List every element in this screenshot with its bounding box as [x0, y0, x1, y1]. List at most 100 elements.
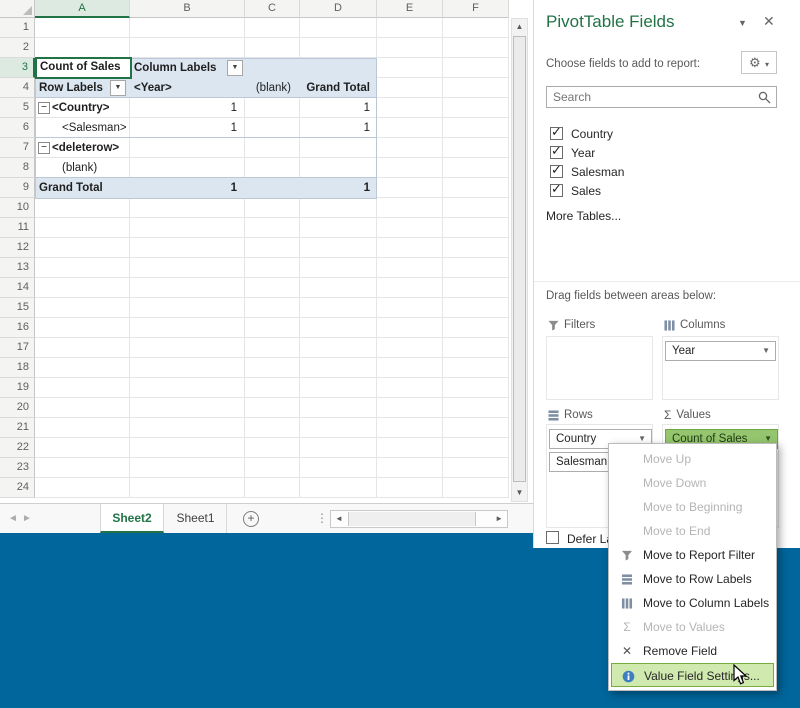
- field-label: Country: [571, 127, 614, 141]
- scroll-right-button[interactable]: ►: [495, 511, 503, 527]
- values-label: Values: [676, 409, 711, 421]
- filter-icon: [548, 320, 559, 330]
- column-header-f[interactable]: F: [443, 0, 509, 18]
- row-header-2[interactable]: 2: [0, 38, 35, 58]
- menu-item-move-down: Move Down: [643, 476, 707, 490]
- more-tables-link[interactable]: More Tables...: [546, 209, 621, 223]
- row-header-13[interactable]: 13: [0, 258, 35, 278]
- row-header-1[interactable]: 1: [0, 18, 35, 38]
- menu-item-move-to-report-filter[interactable]: Move to Report Filter: [609, 543, 776, 567]
- sigma-icon: Σ: [664, 408, 672, 422]
- cell-row-labels[interactable]: Row Labels: [39, 78, 103, 98]
- row-header-14[interactable]: 14: [0, 278, 35, 298]
- pane-close-icon[interactable]: ✕: [763, 13, 775, 30]
- cell-value[interactable]: 1: [300, 98, 375, 118]
- row-header-6[interactable]: 6: [0, 118, 35, 138]
- collapse-button[interactable]: −: [38, 142, 50, 154]
- filters-area-well[interactable]: [546, 336, 653, 400]
- field-item-country[interactable]: ✓ Country: [550, 124, 775, 143]
- menu-item-move-to-row-labels[interactable]: Move to Row Labels: [609, 567, 776, 591]
- cell-value[interactable]: 1: [130, 118, 242, 138]
- new-sheet-button[interactable]: +: [243, 511, 259, 527]
- column-header-e[interactable]: E: [377, 0, 443, 18]
- cell-row-label[interactable]: <Country>: [52, 98, 110, 118]
- field-item-salesman[interactable]: ✓ Salesman: [550, 162, 775, 181]
- horizontal-scrollbar[interactable]: ◄ ►: [330, 510, 508, 528]
- cell-value[interactable]: 1: [300, 178, 375, 198]
- cell-row-label[interactable]: <deleterow>: [52, 138, 119, 158]
- active-cell-a3[interactable]: Count of Sales: [35, 57, 132, 79]
- menu-item-move-to-column-labels[interactable]: Move to Column Labels: [609, 591, 776, 615]
- tab-sheet2[interactable]: Sheet2: [100, 504, 164, 533]
- menu-item-move-to-end: Move to End: [643, 524, 711, 538]
- menu-item-value-field-settings[interactable]: Value Field Settings...: [611, 663, 774, 687]
- field-item-sales[interactable]: ✓ Sales: [550, 181, 775, 200]
- row-header-17[interactable]: 17: [0, 338, 35, 358]
- pane-divider: [534, 281, 800, 282]
- scroll-down-button[interactable]: ▼: [512, 485, 527, 501]
- row-header-11[interactable]: 11: [0, 218, 35, 238]
- cell-row-label[interactable]: (blank): [62, 158, 97, 178]
- row-header-12[interactable]: 12: [0, 238, 35, 258]
- horizontal-scrollbar-thumb[interactable]: [348, 512, 476, 526]
- cell-column-labels[interactable]: Column Labels: [134, 58, 216, 78]
- checkbox-year[interactable]: ✓: [550, 143, 563, 159]
- column-header-d[interactable]: D: [300, 0, 377, 18]
- vertical-scrollbar-thumb[interactable]: [513, 36, 526, 482]
- cell-value[interactable]: 1: [130, 178, 242, 198]
- column-header-c[interactable]: C: [245, 0, 300, 18]
- cell-grand-total-row[interactable]: Grand Total: [39, 178, 103, 198]
- cell-value[interactable]: 1: [300, 118, 375, 138]
- chevron-down-icon: ▼: [762, 346, 770, 355]
- cell-grand-total-header[interactable]: Grand Total: [300, 78, 375, 98]
- column-header-a[interactable]: A: [35, 0, 130, 18]
- row-header-23[interactable]: 23: [0, 458, 35, 478]
- row-header-7[interactable]: 7: [0, 138, 35, 158]
- gridline-vertical: [442, 18, 443, 498]
- row-header-18[interactable]: 18: [0, 358, 35, 378]
- tab-splitter-icon[interactable]: ⋮: [316, 504, 328, 533]
- tools-button[interactable]: ⚙ ▾: [741, 51, 777, 74]
- vertical-scrollbar[interactable]: ▲ ▼: [511, 18, 528, 502]
- field-label: Year: [571, 146, 596, 160]
- columns-field-year[interactable]: Year ▼: [665, 341, 776, 361]
- row-labels-filter-button[interactable]: ▼: [110, 80, 126, 96]
- row-header-20[interactable]: 20: [0, 398, 35, 418]
- tab-sheet1[interactable]: Sheet1: [165, 504, 227, 533]
- row-header-24[interactable]: 24: [0, 478, 35, 498]
- checkbox-salesman[interactable]: ✓: [550, 162, 563, 178]
- scroll-up-button[interactable]: ▲: [512, 19, 527, 35]
- row-header-22[interactable]: 22: [0, 438, 35, 458]
- row-header-3[interactable]: 3: [0, 58, 35, 78]
- row-header-16[interactable]: 16: [0, 318, 35, 338]
- checkbox-country[interactable]: ✓: [550, 124, 563, 140]
- field-item-year[interactable]: ✓ Year: [550, 143, 775, 162]
- search-input[interactable]: [547, 87, 752, 107]
- select-all-corner[interactable]: [0, 0, 35, 18]
- row-header-19[interactable]: 19: [0, 378, 35, 398]
- row-header-15[interactable]: 15: [0, 298, 35, 318]
- column-header-b[interactable]: B: [130, 0, 245, 18]
- cell-year-header[interactable]: <Year>: [134, 78, 172, 98]
- tab-nav-right-icon[interactable]: ►: [22, 504, 32, 533]
- row-header-5[interactable]: 5: [0, 98, 35, 118]
- defer-layout-checkbox[interactable]: [546, 531, 559, 544]
- row-header-4[interactable]: 4: [0, 78, 35, 98]
- minus-icon: −: [41, 102, 47, 113]
- row-header-10[interactable]: 10: [0, 198, 35, 218]
- cell-row-label[interactable]: <Salesman>: [62, 118, 127, 138]
- menu-item-remove-field[interactable]: ✕ Remove Field: [609, 639, 776, 663]
- scroll-left-button[interactable]: ◄: [335, 511, 343, 527]
- columns-area-well[interactable]: Year ▼: [662, 336, 779, 400]
- row-header-9[interactable]: 9: [0, 178, 35, 198]
- tab-nav-left-icon[interactable]: ◄: [8, 504, 18, 533]
- rows-icon: [618, 567, 636, 591]
- collapse-button[interactable]: −: [38, 102, 50, 114]
- row-header-8[interactable]: 8: [0, 158, 35, 178]
- row-header-21[interactable]: 21: [0, 418, 35, 438]
- checkbox-sales[interactable]: ✓: [550, 181, 563, 197]
- column-labels-filter-button[interactable]: ▼: [227, 60, 243, 76]
- cell-blank-header[interactable]: (blank): [246, 78, 296, 98]
- pane-options-dropdown-icon[interactable]: ▼: [738, 18, 747, 28]
- cell-value[interactable]: 1: [130, 98, 242, 118]
